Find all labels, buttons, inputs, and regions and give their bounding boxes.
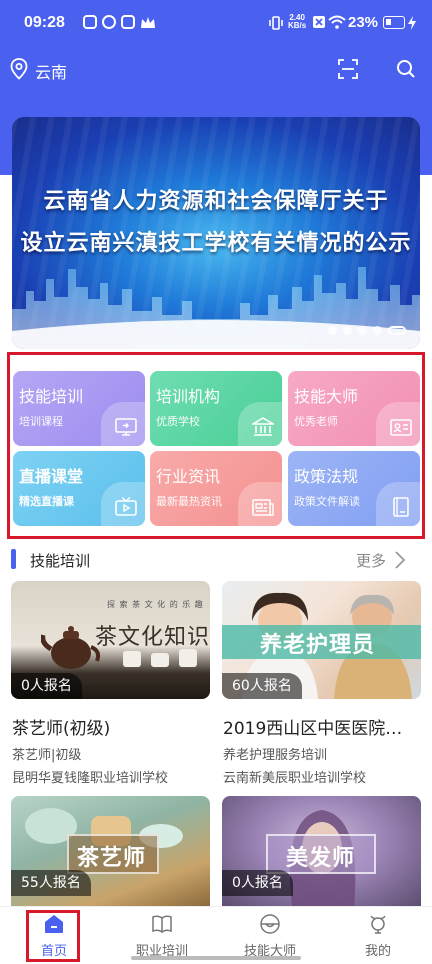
vibrate-icon: [269, 16, 283, 30]
promo-banner[interactable]: 云南省人力资源和社会保障厅关于 设立云南兴滇技工学校有关情况的公示: [12, 117, 420, 349]
enrollment-count: 0人报名: [11, 673, 82, 699]
enrollment-count: 60人报名: [222, 673, 302, 699]
course-title[interactable]: 2019西山区中医医院…: [223, 714, 422, 739]
banner-title-line2: 设立云南兴滇技工学校有关情况的公示: [20, 231, 412, 256]
section-title: 技能培训: [30, 552, 91, 570]
course-category: 茶艺师|初级: [12, 748, 82, 763]
notification-icon: [102, 15, 116, 29]
course-title[interactable]: 茶艺师(初级): [12, 714, 211, 739]
carousel-dot[interactable]: [358, 326, 367, 335]
tea-cups-image: [123, 649, 197, 667]
more-link[interactable]: 更多: [356, 550, 386, 571]
carousel-dot[interactable]: [373, 326, 382, 335]
carousel-dot[interactable]: [343, 326, 352, 335]
teapot-image: [41, 626, 101, 669]
status-bar: 09:28 2.40 KB/s 23%: [0, 0, 432, 44]
image-caption: 养老护理员: [260, 633, 376, 658]
carousel-indicator[interactable]: [328, 326, 406, 335]
course-image[interactable]: 美发师 0人报名: [222, 796, 421, 906]
book-open-icon: [152, 915, 172, 933]
search-icon[interactable]: [396, 59, 416, 79]
top-toolbar: 云南: [0, 52, 432, 88]
carousel-dot-active[interactable]: [388, 326, 406, 335]
course-category: 养老护理服务培训: [223, 748, 328, 763]
image-tagline: 探 索 茶 文 化 的 乐 趣: [107, 600, 204, 609]
notification-icon: [83, 15, 97, 29]
network-speed: 2.40 KB/s: [288, 13, 307, 30]
course-school: 昆明华夏钱隆职业培训学校: [12, 771, 169, 786]
course-image[interactable]: 探 索 茶 文 化 的 乐 趣 茶文化知识 0人报名: [11, 581, 210, 699]
location-city[interactable]: 云南: [35, 59, 67, 83]
home-tab-highlight: [26, 910, 80, 962]
profile-icon: [370, 915, 386, 934]
course-image[interactable]: 养老护理员 60人报名: [222, 581, 421, 699]
enrollment-count: 0人报名: [222, 870, 293, 896]
nav-label: 我的: [364, 944, 391, 959]
battery-percent: 23%: [348, 14, 379, 31]
enrollment-count: 55人报名: [11, 870, 91, 896]
battery-icon: [383, 16, 405, 29]
master-icon: [260, 914, 280, 934]
charging-icon: [408, 16, 416, 30]
banner-title-line1: 云南省人力资源和社会保障厅关于: [43, 189, 389, 214]
image-caption: 茶艺师: [77, 846, 147, 871]
crown-icon: [141, 17, 155, 28]
course-school: 云南新美辰职业培训学校: [223, 771, 367, 786]
home-indicator[interactable]: [131, 956, 301, 960]
course-image[interactable]: 茶艺师 55人报名: [11, 796, 210, 906]
nav-profile[interactable]: 我的: [324, 907, 432, 964]
chevron-right-icon[interactable]: [394, 551, 406, 569]
category-grid-highlight: [7, 352, 425, 539]
wifi-icon: [328, 15, 346, 29]
mail-icon: [121, 15, 135, 29]
scan-icon[interactable]: [338, 59, 358, 79]
section-accent-bar: [11, 549, 16, 569]
image-caption: 美发师: [286, 846, 356, 871]
carousel-dot[interactable]: [328, 326, 337, 335]
status-time: 09:28: [24, 14, 65, 31]
no-sim-icon: [313, 16, 325, 28]
location-pin-icon[interactable]: [10, 58, 28, 80]
